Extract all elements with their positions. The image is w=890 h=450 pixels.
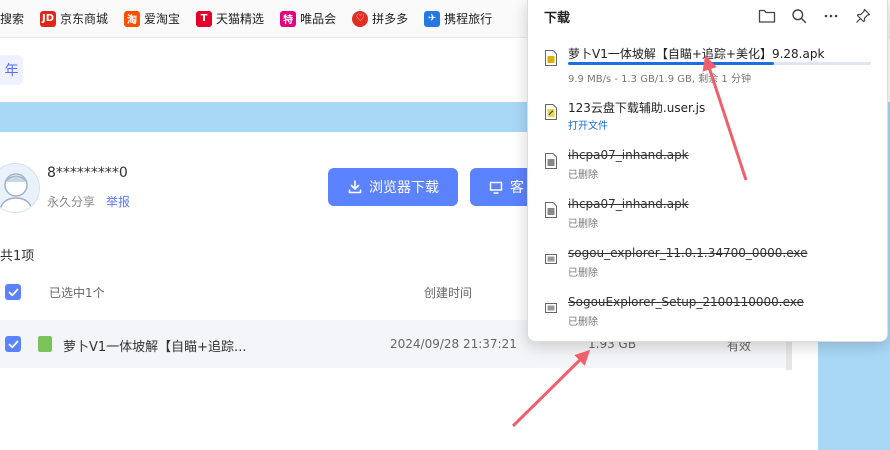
download-item[interactable]: sogou_explorer_11.0.1.34700_0000.exe 已删除 xyxy=(528,243,889,291)
exe-file-icon xyxy=(545,303,557,313)
open-file-link[interactable]: 打开文件 xyxy=(568,117,608,132)
share-type: 永久分享 xyxy=(47,195,96,209)
apk-file-icon xyxy=(545,202,557,218)
bookmark-taobao[interactable]: 淘 爱淘宝 xyxy=(124,0,180,38)
selected-count: 已选中1个 xyxy=(49,286,105,300)
pin-icon xyxy=(856,8,871,23)
download-item[interactable]: ihcpa07_inhand.apk 已删除 xyxy=(528,194,889,242)
bookmark-label: 唯品会 xyxy=(300,12,337,26)
download-item[interactable]: SogouExplorer_Setup_2100110000.exe 已删除 xyxy=(528,292,889,340)
check-icon xyxy=(8,288,18,296)
apk-file-icon xyxy=(545,153,557,169)
exe-file-icon xyxy=(545,254,557,264)
download-name[interactable]: 123云盘下载辅助.user.js xyxy=(568,99,705,116)
browser-download-label: 浏览器下载 xyxy=(369,180,439,196)
download-item[interactable]: 123云盘下载辅助.user.js 打开文件 xyxy=(528,96,889,144)
user-avatar-icon xyxy=(0,173,34,212)
download-progress xyxy=(568,62,871,65)
download-name: ihcpa07_inhand.apk xyxy=(568,148,689,162)
pinduoduo-icon: ♡ xyxy=(352,10,369,27)
browser-window: 搜索 JD 京东商城 淘 爱淘宝 T 天猫精选 特 唯品会 ♡ 拼多多 ✈ 携程… xyxy=(0,0,890,450)
bookmark-label: 天猫精选 xyxy=(216,12,265,26)
bookmark-tmall[interactable]: T 天猫精选 xyxy=(196,0,264,38)
client-icon xyxy=(489,181,503,194)
download-icon xyxy=(348,180,362,194)
file-created: 2024/09/28 21:37:21 xyxy=(390,337,517,351)
column-created-time[interactable]: 创建时间 xyxy=(424,284,472,301)
search-icon xyxy=(792,9,807,24)
report-link[interactable]: 举报 xyxy=(106,193,130,210)
download-name: sogou_explorer_11.0.1.34700_0000.exe xyxy=(568,246,808,260)
client-download-label: 客 xyxy=(510,180,524,196)
download-status: 已删除 xyxy=(568,268,598,279)
download-name[interactable]: 萝卜V1一体坡解【自瞄+追踪+美化】9.28.apk xyxy=(568,45,824,62)
bookmark-vip[interactable]: 特 唯品会 xyxy=(280,0,336,38)
bookmark-label: 拼多多 xyxy=(372,12,409,26)
avatar xyxy=(0,163,40,213)
pin-button[interactable] xyxy=(853,6,873,26)
bookmark-label: 携程旅行 xyxy=(444,12,493,26)
folder-icon xyxy=(758,9,776,23)
download-item[interactable]: ihcpa07_inhand.apk 已删除 xyxy=(528,145,889,193)
js-file-icon xyxy=(545,104,557,120)
download-name: ihcpa07_inhand.apk xyxy=(568,197,689,211)
bookmark-label: 爱淘宝 xyxy=(144,12,181,26)
download-name: SogouExplorer_Setup_2100110000.exe xyxy=(568,295,804,309)
downloads-toolbar xyxy=(757,6,873,26)
download-status: 已删除 xyxy=(568,170,598,181)
select-all-checkbox[interactable] xyxy=(5,284,21,300)
download-status: 已删除 xyxy=(568,219,598,230)
tab-year[interactable]: 年 xyxy=(0,55,23,85)
downloads-panel: 下载 萝卜V1一体坡解【自瞄+追踪+美化】9.28.apk 9.9 MB/s -… xyxy=(527,0,888,342)
bookmark-ctrip[interactable]: ✈ 携程旅行 xyxy=(424,0,492,38)
bookmark-label: 京东商城 xyxy=(60,12,109,26)
android-file-icon xyxy=(38,336,52,352)
browser-download-button[interactable]: 浏览器下载 xyxy=(328,168,458,206)
row-checkbox[interactable] xyxy=(5,336,21,352)
file-name[interactable]: 萝卜V1一体坡解【自瞄+追踪... xyxy=(63,336,246,355)
more-options-button[interactable] xyxy=(821,6,841,26)
download-status: 9.9 MB/s - 1.3 GB/1.9 GB, 剩余 1 分钟 xyxy=(568,74,751,85)
bookmark-jd[interactable]: JD 京东商城 xyxy=(40,0,108,38)
sharer-name: 8*********0 xyxy=(47,165,128,181)
search-downloads-button[interactable] xyxy=(789,6,809,26)
tmall-icon: T xyxy=(196,10,213,27)
vip-icon: 特 xyxy=(280,10,297,27)
open-folder-button[interactable] xyxy=(757,6,777,26)
apk-file-icon xyxy=(545,50,557,66)
jd-icon: JD xyxy=(40,10,57,27)
downloads-title: 下载 xyxy=(544,11,571,26)
taobao-icon: 淘 xyxy=(124,10,141,27)
file-count: 共1项 xyxy=(0,249,35,264)
check-icon xyxy=(8,340,18,348)
download-status: 已删除 xyxy=(568,317,598,328)
download-item[interactable]: 萝卜V1一体坡解【自瞄+追踪+美化】9.28.apk 9.9 MB/s - 1.… xyxy=(528,42,889,90)
more-icon xyxy=(824,14,838,18)
bookmark-search[interactable]: 搜索 xyxy=(0,0,24,38)
download-progress-fill xyxy=(568,62,775,65)
bookmark-pinduoduo[interactable]: ♡ 拼多多 xyxy=(352,0,408,38)
ctrip-icon: ✈ xyxy=(424,10,441,27)
bookmark-label: 搜索 xyxy=(0,12,25,26)
